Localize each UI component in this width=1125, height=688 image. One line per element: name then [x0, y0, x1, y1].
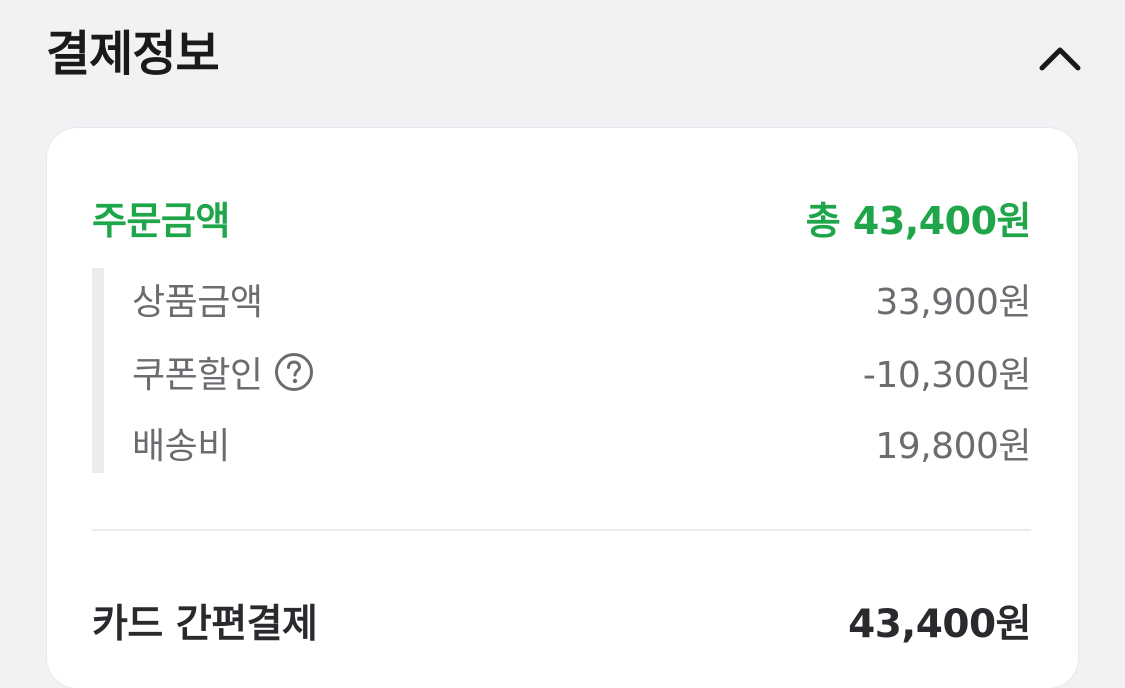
section-title: 결제정보	[46, 26, 220, 82]
product-amount-label: 상품금액	[132, 282, 263, 323]
payment-method-row: 카드 간편결제 43,400원	[92, 594, 1031, 648]
product-amount-row: 상품금액 33,900원	[132, 274, 1031, 324]
coupon-discount-label-group: 쿠폰할인	[132, 346, 314, 398]
coupon-discount-row: 쿠폰할인 -10,300원	[132, 346, 1032, 398]
order-amount-label: 주문금액	[92, 198, 230, 243]
payment-method-label: 카드 간편결제	[92, 602, 318, 647]
payment-amount: 43,400원	[848, 602, 1031, 647]
question-circle-icon[interactable]	[274, 352, 314, 392]
coupon-discount-label: 쿠폰할인	[132, 355, 263, 396]
divider	[92, 529, 1031, 531]
order-total-amount: 총 43,400원	[805, 198, 1032, 243]
shipping-fee-value: 19,800원	[875, 426, 1031, 467]
chevron-up-icon[interactable]	[1038, 44, 1082, 72]
payment-info-header: 결제정보	[0, 0, 1125, 110]
shipping-fee-row: 배송비 19,800원	[132, 418, 1031, 468]
product-amount-value: 33,900원	[875, 282, 1031, 323]
breakdown-rail	[92, 268, 104, 473]
collapse-button[interactable]	[1030, 30, 1090, 86]
order-amount-row: 주문금액 총 43,400원	[92, 190, 1032, 244]
coupon-discount-value: -10,300원	[862, 355, 1032, 396]
shipping-fee-label: 배송비	[132, 426, 230, 467]
